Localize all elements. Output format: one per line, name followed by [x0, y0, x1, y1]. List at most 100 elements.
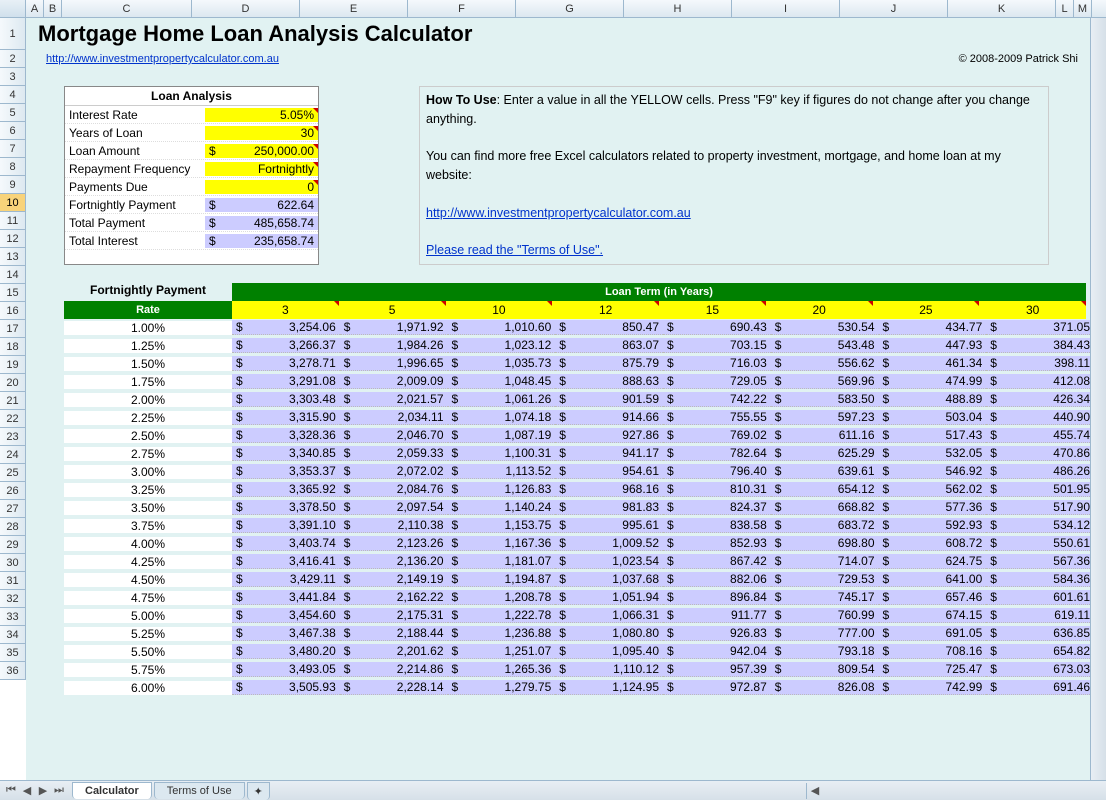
tab-calculator[interactable]: Calculator — [72, 782, 152, 799]
row-header-6[interactable]: 6 — [0, 122, 26, 140]
payment-cell: $1,110.12 — [555, 662, 663, 677]
horizontal-scrollbar[interactable]: ◀ — [806, 783, 1106, 799]
row-header-29[interactable]: 29 — [0, 536, 26, 554]
col-header-E[interactable]: E — [300, 0, 408, 17]
rate-cell: 3.75% — [64, 519, 232, 533]
payment-cell: $2,201.62 — [340, 644, 448, 659]
rate-cell: 5.25% — [64, 627, 232, 641]
row-header-23[interactable]: 23 — [0, 428, 26, 446]
select-all-corner[interactable] — [0, 0, 26, 17]
row-header-32[interactable]: 32 — [0, 590, 26, 608]
col-header-I[interactable]: I — [732, 0, 840, 17]
howto-link2[interactable]: Please read the "Terms of Use". — [426, 243, 603, 257]
row-header-4[interactable]: 4 — [0, 86, 26, 104]
loan-input-value[interactable]: $250,000.00 — [205, 144, 318, 158]
row-header-11[interactable]: 11 — [0, 212, 26, 230]
payment-cell: $3,441.84 — [232, 590, 340, 605]
top-link[interactable]: http://www.investmentpropertycalculator.… — [46, 53, 279, 65]
row-header-9[interactable]: 9 — [0, 176, 26, 194]
row-header-28[interactable]: 28 — [0, 518, 26, 536]
row-header-36[interactable]: 36 — [0, 662, 26, 680]
payment-cell: $968.16 — [555, 482, 663, 497]
loan-input-value[interactable]: 0 — [205, 180, 318, 194]
row-header-14[interactable]: 14 — [0, 266, 26, 284]
row-header-21[interactable]: 21 — [0, 392, 26, 410]
fortnightly-title: Fortnightly Payment — [64, 283, 232, 297]
payment-cell: $1,061.26 — [448, 392, 556, 407]
tab-nav-next-icon[interactable]: ▶ — [36, 784, 50, 798]
payment-cell: $838.58 — [663, 518, 771, 533]
row-header-2[interactable]: 2 — [0, 50, 26, 68]
col-header-H[interactable]: H — [624, 0, 732, 17]
payment-cell: $3,480.20 — [232, 644, 340, 659]
payment-cell: $3,505.93 — [232, 680, 340, 695]
copyright: © 2008-2009 Patrick Shi — [959, 53, 1078, 65]
row-header-20[interactable]: 20 — [0, 374, 26, 392]
row-header-24[interactable]: 24 — [0, 446, 26, 464]
tab-nav-last-icon[interactable]: ⏭ — [52, 784, 66, 798]
tab-nav-first-icon[interactable]: ⏮ — [4, 784, 18, 798]
row-header-26[interactable]: 26 — [0, 482, 26, 500]
row-header-3[interactable]: 3 — [0, 68, 26, 86]
row-header-35[interactable]: 35 — [0, 644, 26, 662]
row-header-16[interactable]: 16 — [0, 302, 26, 320]
scroll-left-icon[interactable]: ◀ — [807, 784, 823, 797]
tab-nav-prev-icon[interactable]: ◀ — [20, 784, 34, 798]
row-header-34[interactable]: 34 — [0, 626, 26, 644]
payment-cell: $888.63 — [555, 374, 663, 389]
payment-cell: $867.42 — [663, 554, 771, 569]
year-header-12: 12 — [552, 301, 659, 319]
col-header-L[interactable]: L — [1056, 0, 1074, 17]
col-header-J[interactable]: J — [840, 0, 948, 17]
row-header-25[interactable]: 25 — [0, 464, 26, 482]
payment-cell: $398.11 — [986, 356, 1094, 371]
payment-cell: $777.00 — [771, 626, 879, 641]
payment-grid: 1.00%$3,254.06$1,971.92$1,010.60$850.47$… — [64, 319, 1094, 697]
col-header-D[interactable]: D — [192, 0, 300, 17]
row-header-19[interactable]: 19 — [0, 356, 26, 374]
payment-cell: $1,035.73 — [448, 356, 556, 371]
rate-cell: 2.25% — [64, 411, 232, 425]
row-header-30[interactable]: 30 — [0, 554, 26, 572]
year-header-10: 10 — [446, 301, 553, 319]
payment-cell: $657.46 — [879, 590, 987, 605]
row-header-33[interactable]: 33 — [0, 608, 26, 626]
howto-link1[interactable]: http://www.investmentpropertycalculator.… — [426, 206, 691, 220]
col-header-K[interactable]: K — [948, 0, 1056, 17]
tab-new[interactable]: ✦ — [247, 782, 270, 800]
row-header-17[interactable]: 17 — [0, 320, 26, 338]
tab-terms-of-use[interactable]: Terms of Use — [154, 782, 245, 799]
row-header-13[interactable]: 13 — [0, 248, 26, 266]
col-header-F[interactable]: F — [408, 0, 516, 17]
payment-cell: $625.29 — [771, 446, 879, 461]
row-header-7[interactable]: 7 — [0, 140, 26, 158]
payment-cell: $708.16 — [879, 644, 987, 659]
row-header-22[interactable]: 22 — [0, 410, 26, 428]
row-header-5[interactable]: 5 — [0, 104, 26, 122]
rate-cell: 2.50% — [64, 429, 232, 443]
loan-input-value[interactable]: 30 — [205, 126, 318, 140]
col-header-M[interactable]: M — [1074, 0, 1092, 17]
payment-cell: $3,278.71 — [232, 356, 340, 371]
payment-cell: $3,328.36 — [232, 428, 340, 443]
row-header-31[interactable]: 31 — [0, 572, 26, 590]
row-header-10[interactable]: 10 — [0, 194, 26, 212]
column-headers: ABCDEFGHIJKLM — [0, 0, 1106, 18]
row-header-1[interactable]: 1 — [0, 18, 26, 50]
payment-cell: $2,009.09 — [340, 374, 448, 389]
payment-cell: $957.39 — [663, 662, 771, 677]
row-header-15[interactable]: 15 — [0, 284, 26, 302]
vertical-scrollbar[interactable] — [1090, 18, 1106, 780]
row-header-27[interactable]: 27 — [0, 500, 26, 518]
loan-input-value[interactable]: Fortnightly — [205, 162, 318, 176]
row-header-18[interactable]: 18 — [0, 338, 26, 356]
col-header-A[interactable]: A — [26, 0, 44, 17]
row-header-12[interactable]: 12 — [0, 230, 26, 248]
year-headers: 35101215202530 — [232, 301, 1086, 319]
payment-cell: $3,353.37 — [232, 464, 340, 479]
col-header-G[interactable]: G — [516, 0, 624, 17]
row-header-8[interactable]: 8 — [0, 158, 26, 176]
loan-input-value[interactable]: 5.05% — [205, 108, 318, 122]
col-header-C[interactable]: C — [62, 0, 192, 17]
col-header-B[interactable]: B — [44, 0, 62, 17]
